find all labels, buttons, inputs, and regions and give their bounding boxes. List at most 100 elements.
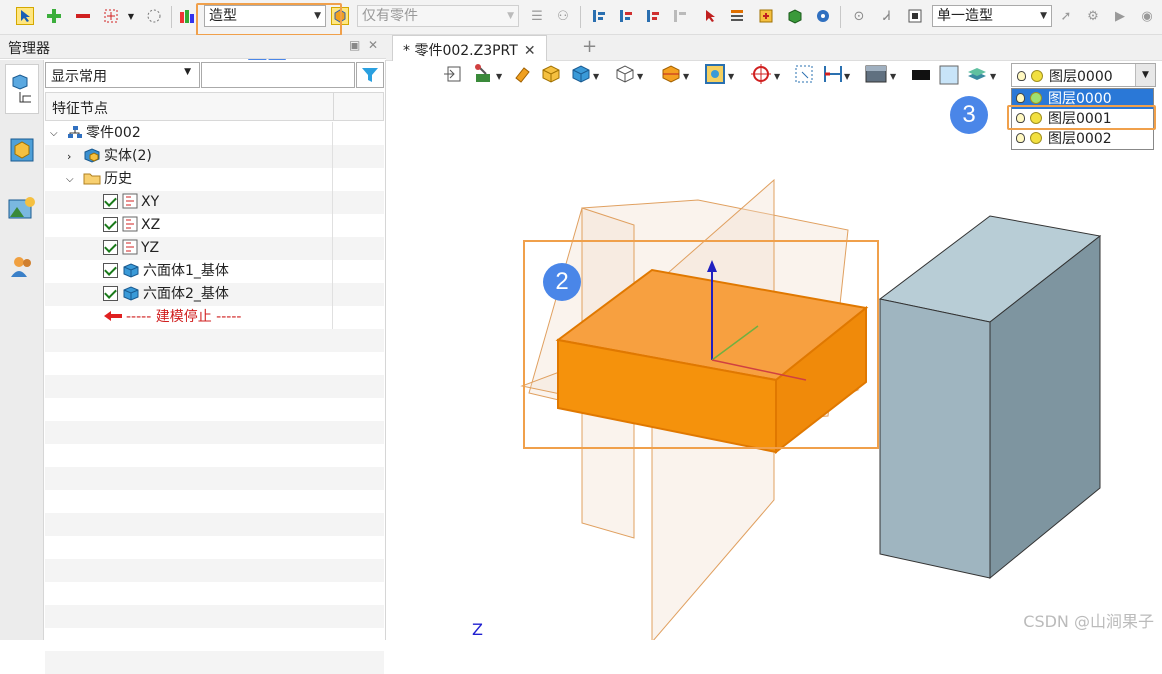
- funnel-icon: [362, 68, 378, 82]
- chevron-down-icon: ▼: [507, 11, 514, 21]
- visibility-checkbox[interactable]: [103, 262, 118, 278]
- add-icon[interactable]: [45, 7, 63, 25]
- scene-tab[interactable]: [5, 192, 39, 224]
- visibility-checkbox[interactable]: [103, 285, 118, 301]
- callout-2: 2: [543, 263, 581, 301]
- svg-text:▼: ▼: [637, 72, 644, 81]
- chevron-down-icon[interactable]: ▼: [1135, 64, 1155, 86]
- align-center-icon[interactable]: [617, 7, 635, 25]
- svg-text:▼: ▼: [844, 72, 851, 81]
- box-icon: [123, 286, 139, 301]
- svg-text:▼: ▼: [683, 72, 690, 81]
- svg-text:▼: ▼: [774, 72, 781, 81]
- render-mode-icon: [475, 64, 490, 82]
- lasso-icon[interactable]: [145, 7, 163, 25]
- eraser-icon: [515, 67, 530, 83]
- chevron-down-icon[interactable]: ⌵: [66, 168, 74, 191]
- list-icon[interactable]: [728, 7, 746, 25]
- color-lightblue-swatch: [939, 65, 959, 85]
- column-header-label: 特征节点: [52, 101, 108, 117]
- tree-row-plane-yz[interactable]: YZ: [45, 237, 384, 260]
- pick-icon[interactable]: ⚇: [554, 7, 572, 25]
- tree-label: YZ: [141, 240, 160, 256]
- grey-box-solid[interactable]: [878, 215, 1102, 580]
- tree-row-box2[interactable]: 六面体2_基体: [45, 283, 384, 306]
- close-icon[interactable]: ✕: [524, 43, 536, 59]
- 3d-viewport[interactable]: [386, 90, 1162, 640]
- feature-tree-tab[interactable]: [5, 64, 39, 114]
- user-tab[interactable]: [5, 250, 39, 282]
- solid-icon: [84, 148, 100, 163]
- settings-cube-icon[interactable]: [814, 7, 832, 25]
- align-left-icon[interactable]: [590, 7, 608, 25]
- tree-search-input[interactable]: [201, 62, 355, 88]
- export-icon[interactable]: [757, 7, 775, 25]
- chevron-down-icon[interactable]: ▼: [122, 7, 140, 25]
- gear-icon[interactable]: ⚙: [1084, 7, 1102, 25]
- tab-label: * 零件002.Z3PRT: [403, 43, 518, 59]
- tree-row-history[interactable]: ⌵ 历史: [45, 168, 384, 191]
- feature-tree-pane: 显示常用 ▼ 特征节点 ⌵ 零件002 › 实体(2) ⌵ 历史 XY XZ Y…: [44, 60, 386, 674]
- filter-button[interactable]: [356, 62, 384, 88]
- box-select-icon[interactable]: [102, 7, 120, 25]
- chevron-down-icon: ▼: [1040, 11, 1047, 21]
- chevron-right-icon[interactable]: ›: [67, 145, 71, 168]
- tree-row-box1[interactable]: 六面体1_基体: [45, 260, 384, 283]
- visibility-checkbox[interactable]: [103, 216, 118, 232]
- pointer-grey-icon[interactable]: ➚: [1057, 7, 1075, 25]
- remove-icon[interactable]: [74, 7, 92, 25]
- align-right-icon[interactable]: [644, 7, 662, 25]
- snap-icon[interactable]: ☰: [528, 7, 546, 25]
- restore-icon[interactable]: ▣: [349, 38, 360, 52]
- manager-side-tabs: [0, 60, 44, 640]
- plane-icon: [122, 193, 138, 209]
- visibility-checkbox[interactable]: [103, 239, 118, 255]
- stop-icon[interactable]: [906, 7, 924, 25]
- color-filter-icon[interactable]: [178, 7, 196, 25]
- tree-row-plane-xz[interactable]: XZ: [45, 214, 384, 237]
- tab-part002[interactable]: * 零件002.Z3PRT ✕: [392, 35, 547, 61]
- tree-label: 历史: [104, 171, 132, 187]
- tree-label: 六面体2_基体: [143, 286, 229, 302]
- display-filter-value: 显示常用: [51, 69, 107, 85]
- wire-cube-icon: [616, 65, 634, 83]
- layer-combo[interactable]: 图层0000 ▼: [1011, 63, 1156, 87]
- watermark: CSDN @山涧果子: [1023, 612, 1154, 631]
- tree-row-solids[interactable]: › 实体(2): [45, 145, 384, 168]
- parts-filter-combo[interactable]: 仅有零件 ▼: [357, 5, 519, 27]
- close-icon[interactable]: ✕: [368, 38, 378, 52]
- section-cube-icon: [662, 65, 680, 83]
- play-icon[interactable]: ▶: [1111, 7, 1129, 25]
- assembly-icon: [68, 126, 82, 138]
- tree-row-rollback-marker[interactable]: ----- 建模停止 -----: [45, 306, 384, 329]
- tree-label: XY: [141, 194, 160, 210]
- align-disabled-icon: [671, 7, 689, 25]
- axis-z-label: Z: [472, 620, 483, 639]
- selection-mode-combo[interactable]: 单一造型 ▼: [932, 5, 1052, 27]
- solid-view-tab[interactable]: [5, 134, 39, 166]
- part-icon[interactable]: [786, 7, 804, 25]
- select-pointer-icon[interactable]: [16, 7, 34, 25]
- manager-panel-header: 管理器 ▣ ✕: [0, 35, 386, 59]
- tree-row-part[interactable]: ⌵ 零件002: [45, 122, 384, 145]
- record-icon[interactable]: ◉: [1138, 7, 1156, 25]
- visibility-checkbox[interactable]: [103, 193, 118, 209]
- pin-icon[interactable]: Ꮧ: [878, 7, 896, 25]
- display-filter-combo[interactable]: 显示常用 ▼: [45, 62, 200, 88]
- add-tab-icon[interactable]: +: [582, 36, 597, 57]
- arrow-left-icon: [104, 311, 122, 321]
- svg-text:▼: ▼: [728, 72, 735, 81]
- plane-icon: [122, 216, 138, 232]
- layer-combo-value: 图层0000: [1049, 69, 1113, 85]
- rotate-icon[interactable]: ⊙: [850, 7, 868, 25]
- tree-row-plane-xy[interactable]: XY: [45, 191, 384, 214]
- plane-icon: [122, 239, 138, 255]
- chevron-down-icon[interactable]: ⌵: [50, 122, 58, 145]
- cursor-icon[interactable]: [701, 7, 719, 25]
- selection-mode-value: 单一造型: [937, 8, 993, 24]
- layer-color-dot: [1031, 70, 1043, 82]
- parts-filter-value: 仅有零件: [362, 8, 418, 24]
- svg-text:▼: ▼: [593, 72, 600, 81]
- lightbulb-icon: [1017, 71, 1026, 81]
- svg-text:▼: ▼: [990, 72, 997, 81]
